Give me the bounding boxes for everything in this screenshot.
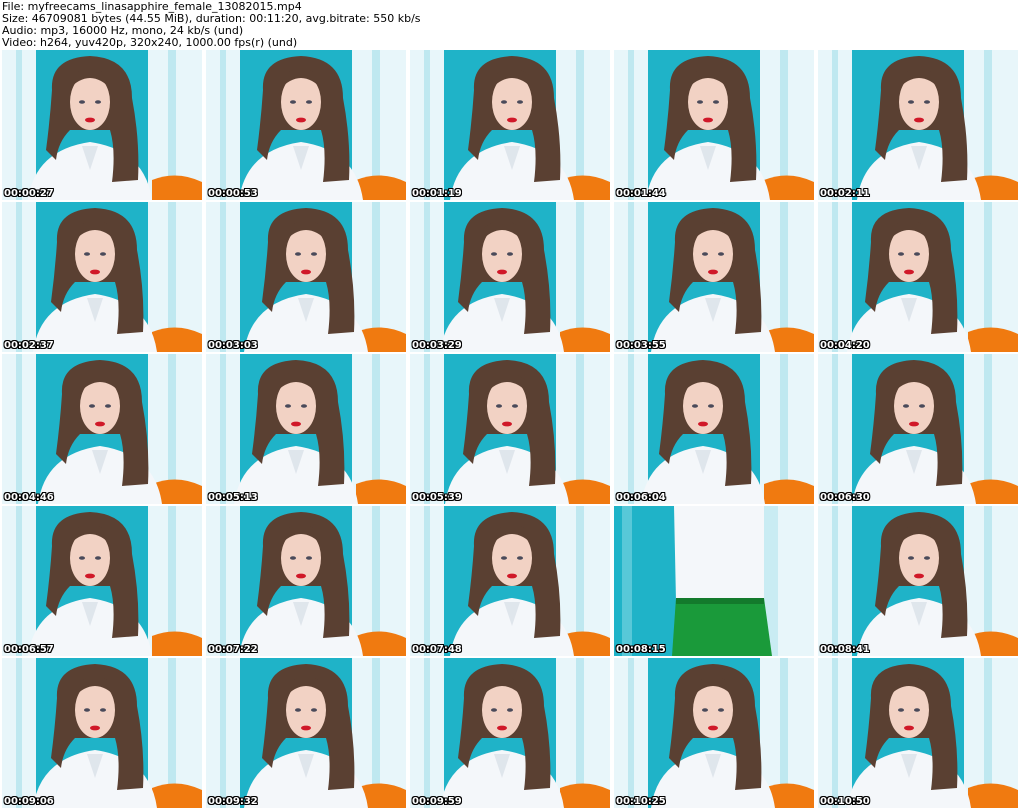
thumbnail-timestamp: 00:02:11 [820,188,870,199]
video-thumbnail: 00:04:20 [818,202,1018,352]
thumbnail-timestamp: 00:03:29 [412,340,462,351]
video-thumbnail: 00:04:46 [2,354,202,504]
thumbnail-timestamp: 00:03:55 [616,340,666,351]
video-thumbnail: 00:06:30 [818,354,1018,504]
thumbnail-timestamp: 00:02:37 [4,340,54,351]
video-thumbnail: 00:03:03 [206,202,406,352]
thumbnail-timestamp: 00:10:25 [616,796,666,807]
thumbnail-timestamp: 00:03:03 [208,340,258,351]
thumbnail-timestamp: 00:00:27 [4,188,54,199]
video-thumbnail: 00:05:39 [410,354,610,504]
video-thumbnail: 00:09:06 [2,658,202,808]
video-thumbnail: 00:01:19 [410,50,610,200]
video-thumbnail: 00:06:57 [2,506,202,656]
video-thumbnail: 00:08:15 [614,506,814,656]
video-info-line: Video: h264, yuv420p, 320x240, 1000.00 f… [2,37,298,49]
thumbnail-timestamp: 00:10:50 [820,796,870,807]
thumbnail-timestamp: 00:08:15 [616,644,666,655]
thumbnail-timestamp: 00:01:44 [616,188,666,199]
thumbnail-timestamp: 00:07:48 [412,644,462,655]
thumbnail-timestamp: 00:05:39 [412,492,462,503]
thumbnail-grid: 00:00:27 00:00:53 00:01:19 00:01:44 00:02:11… [2,50,1022,810]
video-thumbnail: 00:06:04 [614,354,814,504]
thumbnail-timestamp: 00:09:32 [208,796,258,807]
file-name-line: File: myfreecams_linasapphire_female_130… [2,1,302,13]
thumbnail-timestamp: 00:04:20 [820,340,870,351]
thumbnail-timestamp: 00:09:06 [4,796,54,807]
video-thumbnail: 00:02:11 [818,50,1018,200]
video-thumbnail: 00:00:53 [206,50,406,200]
audio-info-line: Audio: mp3, 16000 Hz, mono, 24 kb/s (und… [2,25,244,37]
video-thumbnail: 00:02:37 [2,202,202,352]
file-size-line: Size: 46709081 bytes (44.55 MiB), durati… [2,13,421,25]
thumbnail-timestamp: 00:01:19 [412,188,462,199]
video-thumbnail: 00:03:29 [410,202,610,352]
thumbnail-timestamp: 00:06:57 [4,644,54,655]
video-thumbnail: 00:08:41 [818,506,1018,656]
file-info-header: File: myfreecams_linasapphire_female_130… [2,1,1022,49]
thumbnail-timestamp: 00:00:53 [208,188,258,199]
thumbnail-timestamp: 00:09:59 [412,796,462,807]
thumbnail-timestamp: 00:06:30 [820,492,870,503]
video-thumbnail: 00:10:50 [818,658,1018,808]
video-thumbnail: 00:07:22 [206,506,406,656]
thumbnail-timestamp: 00:06:04 [616,492,666,503]
video-thumbnail: 00:05:13 [206,354,406,504]
video-thumbnail: 00:09:59 [410,658,610,808]
video-thumbnail: 00:07:48 [410,506,610,656]
thumbnail-timestamp: 00:05:13 [208,492,258,503]
thumbnail-timestamp: 00:08:41 [820,644,870,655]
video-thumbnail: 00:09:32 [206,658,406,808]
video-thumbnail: 00:00:27 [2,50,202,200]
video-thumbnail: 00:03:55 [614,202,814,352]
video-thumbnail: 00:10:25 [614,658,814,808]
video-thumbnail: 00:01:44 [614,50,814,200]
thumbnail-timestamp: 00:04:46 [4,492,54,503]
thumbnail-timestamp: 00:07:22 [208,644,258,655]
